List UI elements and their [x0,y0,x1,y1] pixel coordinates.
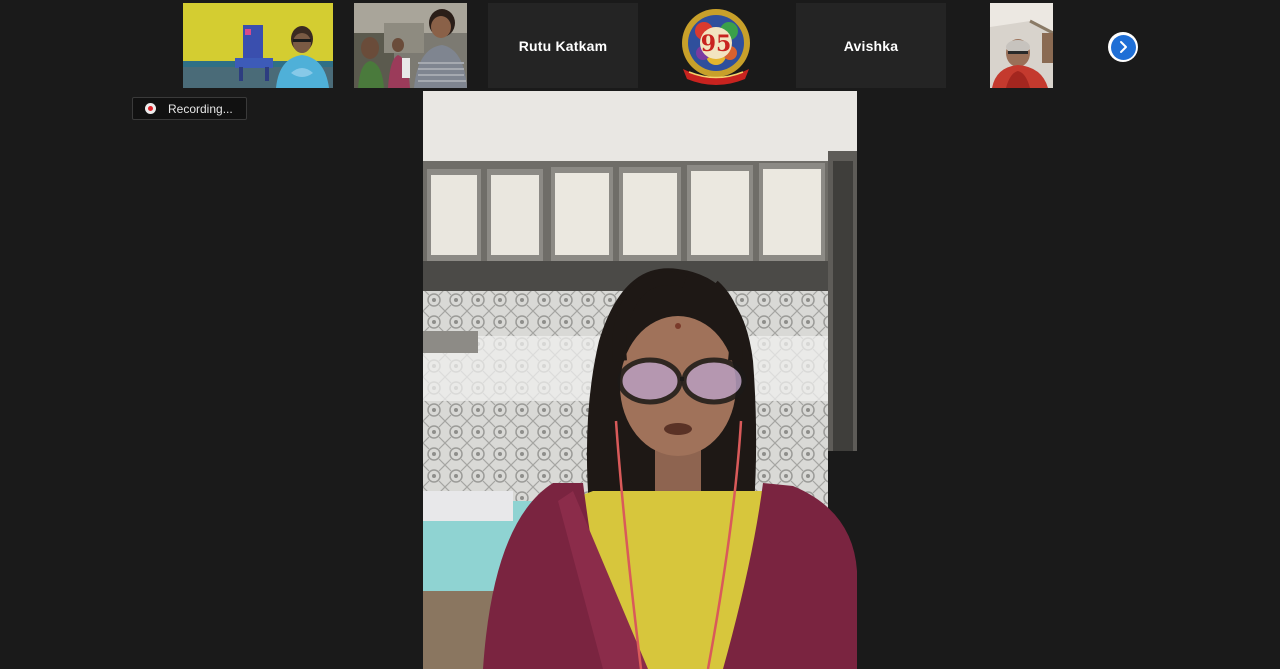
participant-video-tile[interactable] [990,3,1053,88]
participant-name: Avishka [843,37,899,54]
participant-video-tile[interactable] [183,3,333,88]
active-speaker-video[interactable] [423,91,857,669]
participant-strip: Rutu Katkam 95 Avishka [0,3,1280,88]
meeting-window: Rutu Katkam 95 Avishka Recording... [0,0,1280,669]
next-page-button-inner [1110,34,1136,60]
chevron-right-icon [1120,41,1127,53]
participant-name-tile[interactable]: Rutu Katkam [488,3,638,88]
participant-name-tile[interactable]: Avishka [796,3,946,88]
recording-label: Recording... [168,101,233,116]
participant-avatar-tile[interactable]: 95 [641,3,791,88]
record-icon [145,103,156,114]
participant-video [354,3,467,88]
participant-video-tile[interactable] [354,3,467,88]
speaker-video-frame [423,91,857,669]
next-page-button[interactable] [1108,32,1138,62]
participant-name: Rutu Katkam [518,37,608,54]
participant-video [183,3,333,88]
recording-indicator[interactable]: Recording... [132,97,247,120]
participant-video [990,3,1053,88]
anniversary-logo: 95 [678,8,754,85]
record-dot [148,106,153,111]
svg-text:95: 95 [701,31,732,57]
